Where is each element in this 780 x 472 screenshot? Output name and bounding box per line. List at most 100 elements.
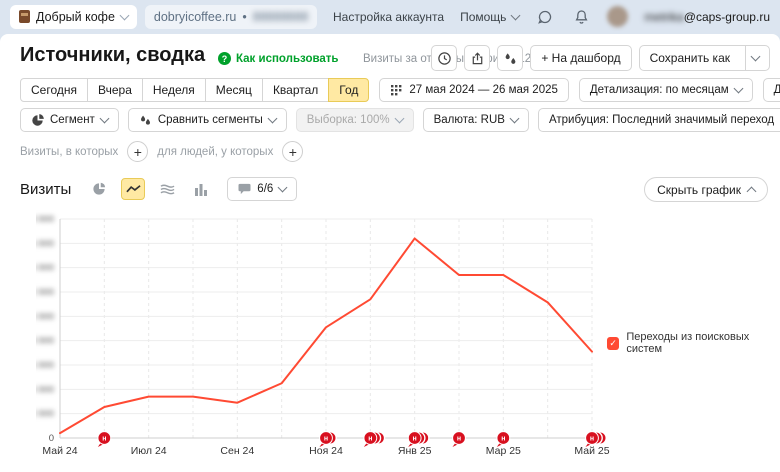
chevron-up-icon (747, 186, 757, 196)
add-to-dashboard-button[interactable]: + На дашборд (530, 45, 631, 71)
metric-title: Визиты (20, 181, 71, 198)
period-button[interactable]: Вчера (87, 78, 143, 102)
project-name: Добрый кофе (36, 10, 115, 24)
y-axis-label-redacted: 2 000 (36, 409, 54, 420)
currency-select[interactable]: Валюта: RUB (423, 108, 529, 132)
chart-section-header: Визиты 6/6 (20, 177, 297, 201)
chart-type-pie-button[interactable] (87, 178, 111, 200)
x-axis-label: Ноя 24 (309, 445, 343, 457)
y-axis-label-redacted: 6 000 (36, 360, 54, 371)
chevron-down-icon (119, 10, 129, 20)
y-axis-label-redacted: 12 000 (36, 287, 54, 298)
calendar-grid-icon (390, 84, 403, 97)
y-axis-label-redacted: 14 000 (36, 263, 54, 274)
visits-line-chart[interactable]: 2 000 4 000 6 000 8 000 10 000 12 000 14 000 16… (36, 206, 636, 468)
date-range-button[interactable]: 27 мая 2024 — 26 мая 2025 (379, 78, 568, 102)
annotation-letter: н (590, 436, 594, 443)
chevron-down-icon (99, 114, 109, 124)
data-mode-select[interactable]: Данные: с роботами (763, 78, 780, 102)
period-button[interactable]: Год (328, 78, 369, 102)
y-axis-label-redacted: 18 000 (36, 214, 54, 225)
metrica-page: Добрый кофе dobryicoffee.ru • 88888888 Н… (0, 0, 780, 472)
period-segmented-control: СегодняВчераНеделяМесяцКварталГод (20, 78, 369, 102)
project-domain: dobryicoffee.ru (154, 10, 236, 24)
chart-type-line-button[interactable] (121, 178, 145, 200)
attribution-select[interactable]: Атрибуция: Последний значимый переход кд (538, 108, 780, 132)
chart-type-columns-button[interactable] (189, 178, 213, 200)
annotation-letter: н (501, 436, 505, 443)
stacked-area-icon (160, 183, 175, 195)
history-button[interactable] (431, 45, 457, 71)
export-button[interactable] (464, 45, 490, 71)
save-as-button[interactable]: Сохранить как (639, 45, 770, 71)
detalization-select[interactable]: Детализация: по месяцам (579, 78, 753, 102)
goals-button[interactable] (497, 45, 523, 71)
email-prefix-redacted: metrika (644, 10, 683, 24)
line-chart-icon (126, 183, 141, 195)
annotation-letter: н (368, 436, 372, 443)
bell-icon[interactable] (571, 7, 591, 27)
segment-button[interactable]: Сегмент (20, 108, 119, 132)
add-people-condition-button[interactable]: + (282, 141, 303, 162)
comments-count: 6/6 (257, 183, 273, 195)
period-button[interactable]: Квартал (262, 78, 329, 102)
counter-info[interactable]: dobryicoffee.ru • 88888888 (145, 5, 317, 29)
counter-id-redacted: 88888888 (253, 10, 309, 24)
x-axis-label: Май 25 (574, 445, 609, 457)
account-settings-link[interactable]: Настройка аккаунта (333, 10, 444, 24)
chevron-down-icon (751, 52, 761, 62)
chat-icon[interactable] (535, 7, 555, 27)
y-axis-label-redacted: 10 000 (36, 311, 54, 322)
email-domain: @caps-group.ru (684, 10, 770, 24)
hide-chart-button[interactable]: Скрыть график (644, 177, 768, 202)
columns-chart-icon (194, 183, 208, 196)
period-button[interactable]: Неделя (142, 78, 206, 102)
condition-filter-row: Визиты, в которых + для людей, у которых… (20, 141, 303, 162)
compare-segments-button[interactable]: Сравнить сегменты (128, 108, 287, 132)
clock-icon (437, 51, 452, 66)
y-axis-label-redacted: 16 000 (36, 238, 54, 249)
x-axis-label: Янв 25 (398, 445, 432, 457)
chevron-down-icon (267, 114, 277, 124)
x-axis-label: Июл 24 (131, 445, 167, 457)
save-as-label: Сохранить как (650, 51, 730, 65)
info-icon: ? (218, 52, 231, 65)
compare-drops-icon (139, 114, 152, 127)
chart-legend: ✓ Переходы из поисковых систем (607, 331, 780, 355)
annotation-letter: н (324, 436, 328, 443)
period-button[interactable]: Сегодня (20, 78, 88, 102)
period-filter-row: СегодняВчераНеделяМесяцКварталГод 27 мая… (20, 78, 780, 102)
comment-icon (238, 183, 251, 195)
add-visit-condition-button[interactable]: + (127, 141, 148, 162)
avatar[interactable] (607, 6, 628, 27)
chevron-down-icon (511, 10, 521, 20)
project-selector[interactable]: Добрый кофе (10, 5, 137, 29)
segment-filter-row: Сегмент Сравнить сегменты Выборка: 100% … (20, 108, 780, 132)
legend-checkbox[interactable]: ✓ (607, 337, 619, 350)
page-title: Источники, сводка (20, 44, 205, 67)
y-axis-zero-label: 0 (49, 433, 54, 444)
pie-chart-icon (92, 182, 106, 196)
y-axis-label-redacted: 8 000 (36, 336, 54, 347)
account-email[interactable]: metrika @caps-group.ru (644, 10, 770, 24)
export-icon (470, 51, 485, 66)
annotation-letter: н (457, 436, 461, 443)
y-axis-label-redacted: 4 000 (36, 384, 54, 395)
period-button[interactable]: Месяц (205, 78, 263, 102)
drops-icon (503, 51, 518, 66)
help-menu[interactable]: Помощь (460, 10, 519, 24)
visits-in-which-label: Визиты, в которых (20, 146, 118, 158)
annotation-letter: н (413, 436, 417, 443)
annotation-letter: н (102, 436, 106, 443)
how-to-use-link[interactable]: ? Как использовать (218, 52, 339, 65)
x-axis-label: Сен 24 (220, 445, 254, 457)
top-bar-right: Настройка аккаунта Помощь metrika @caps-… (333, 6, 770, 27)
x-axis-label: Мар 25 (486, 445, 521, 457)
top-bar: Добрый кофе dobryicoffee.ru • 88888888 Н… (0, 0, 780, 33)
comments-button[interactable]: 6/6 (227, 177, 297, 201)
sampling-select[interactable]: Выборка: 100% (296, 108, 414, 132)
chart-type-area-button[interactable] (155, 178, 179, 200)
project-favicon-icon (19, 10, 30, 23)
for-people-label: для людей, у которых (157, 146, 273, 158)
x-axis-label: Май 24 (42, 445, 77, 457)
